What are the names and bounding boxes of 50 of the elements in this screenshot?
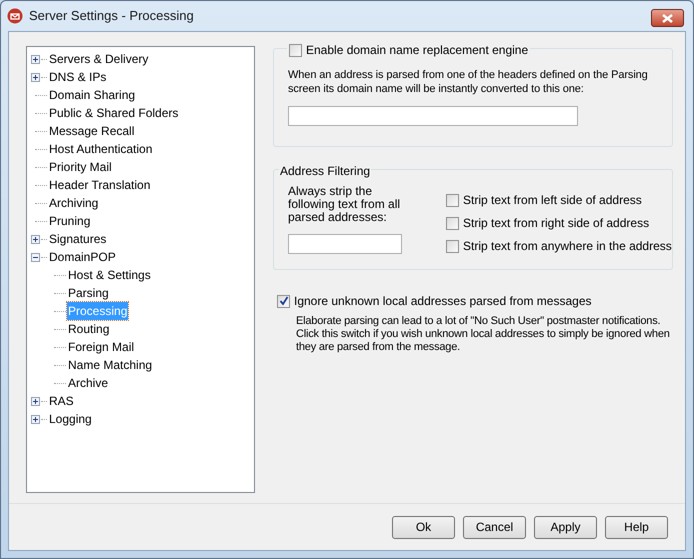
tree-item[interactable]: Logging [48, 410, 93, 428]
expand-icon[interactable] [31, 54, 40, 64]
tree-item[interactable]: Domain Sharing [48, 86, 136, 104]
checkbox-label[interactable]: Strip text from right side of address [463, 214, 650, 232]
dialog-button[interactable]: Help [605, 516, 668, 538]
tree-item[interactable]: Signatures [48, 230, 108, 248]
tree-item[interactable]: Host Authentication [48, 140, 154, 158]
description-text: Elaborate parsing can lead to a lot of "No Such User" postmaster notifications. Click this switch if you wish unknown local addresses to simply be ignored when they are parsed from the message. [296, 315, 671, 354]
tree-item[interactable]: RAS [48, 392, 75, 410]
dialog-button[interactable]: Cancel [463, 516, 526, 538]
tree-item[interactable]: DomainPOP [48, 248, 117, 266]
tree-item[interactable]: Host & Settings [67, 266, 152, 284]
close-button[interactable] [651, 9, 684, 27]
checkbox[interactable] [446, 240, 459, 252]
domain-input-field[interactable] [288, 106, 578, 126]
expand-icon[interactable] [31, 234, 40, 244]
expand-icon[interactable] [31, 72, 40, 82]
tree-item[interactable]: Foreign Mail [67, 338, 136, 356]
checkbox-label[interactable]: Strip text from left side of address [463, 191, 642, 209]
tree-item[interactable]: Name Matching [67, 356, 154, 374]
expand-icon[interactable] [31, 414, 40, 424]
checkbox[interactable] [446, 216, 459, 230]
checkbox-label[interactable]: Enable domain name replacement engine [306, 41, 528, 59]
checkbox[interactable] [277, 294, 290, 308]
expand-icon[interactable] [31, 396, 40, 406]
close-icon [662, 14, 673, 22]
description-text: When an address is parsed from one of the headers defined on the Parsing screen its domain name will be instantly converted to this one: [288, 68, 649, 96]
checkbox[interactable] [446, 194, 459, 206]
checkbox-label[interactable]: Strip text from anywhere in the address [463, 237, 672, 255]
description-text: Always strip the following text from all parsed addresses: [288, 185, 402, 224]
tree-item[interactable]: Servers & Delivery [48, 50, 150, 68]
tree-item[interactable]: DNS & IPs [48, 68, 108, 86]
window-title: Server Settings - Processing [29, 7, 194, 26]
collapse-icon[interactable] [31, 252, 40, 262]
checkbox-label[interactable]: Ignore unknown local addresses parsed from messages [294, 292, 592, 310]
dialog-button[interactable]: Apply [534, 516, 597, 538]
checkbox[interactable] [289, 44, 302, 56]
tree-item[interactable]: Priority Mail [48, 158, 113, 176]
tree-item[interactable]: Message Recall [48, 122, 136, 140]
dialog-button[interactable]: Ok [392, 516, 455, 538]
app-icon [7, 8, 23, 24]
tree-item[interactable]: Pruning [48, 212, 92, 230]
tree-item[interactable]: Routing [67, 320, 110, 338]
tree-item[interactable]: Header Translation [48, 176, 152, 194]
strip-text-input-field[interactable] [288, 234, 402, 254]
tree-item[interactable]: Archiving [48, 194, 100, 212]
tree-item[interactable]: Parsing [67, 284, 110, 302]
tree-item[interactable]: Archive [67, 374, 110, 392]
tree-item[interactable]: Public & Shared Folders [48, 104, 180, 122]
check-icon [278, 296, 288, 306]
